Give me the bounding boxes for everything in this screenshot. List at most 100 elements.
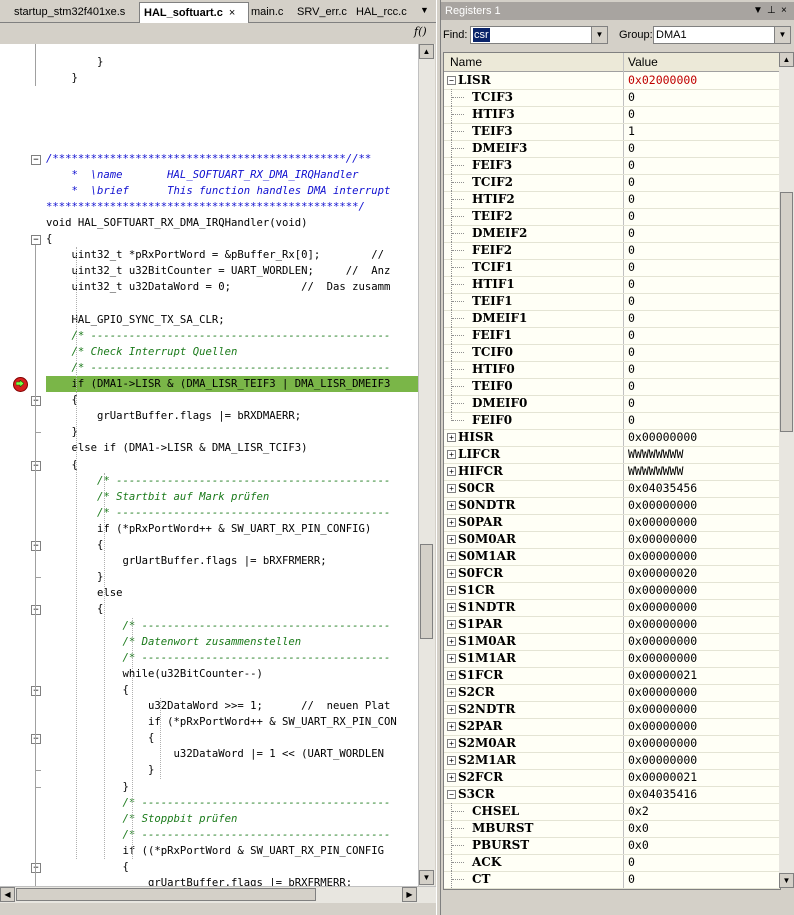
register-row[interactable]: + S0PAR 0x00000000	[444, 514, 780, 532]
register-value[interactable]: 0	[628, 854, 635, 871]
code-line[interactable]: while(u32BitCounter--)	[46, 666, 418, 682]
expand-icon[interactable]: +	[447, 688, 456, 697]
code-line[interactable]: /* -------------------------------------…	[46, 827, 418, 843]
register-field-row[interactable]: HTIF3 0	[444, 106, 780, 124]
fold-toggle-icon[interactable]: −	[31, 605, 41, 616]
register-row[interactable]: + S0FCR 0x00000020	[444, 565, 780, 583]
register-value[interactable]: 0x00000000	[628, 599, 697, 616]
expand-icon[interactable]: +	[447, 773, 456, 782]
register-value[interactable]: 0	[628, 225, 635, 242]
code-line[interactable]	[46, 86, 418, 102]
register-value[interactable]: 0x00000000	[628, 735, 697, 752]
register-value[interactable]: 0x00000000	[628, 752, 697, 769]
expand-icon[interactable]: +	[447, 586, 456, 595]
register-row[interactable]: + S2M1AR 0x00000000	[444, 752, 780, 770]
register-field-row[interactable]: DMEIF2 0	[444, 225, 780, 243]
scroll-down-icon[interactable]: ▼	[779, 873, 794, 888]
editor-vertical-scroll-thumb[interactable]	[420, 544, 433, 639]
register-field-row[interactable]: FEIF2 0	[444, 242, 780, 260]
find-input[interactable]: csr	[473, 28, 490, 42]
register-value[interactable]: 0	[628, 140, 635, 157]
register-value[interactable]: 0x04035416	[628, 786, 697, 803]
tab-startup-file[interactable]: startup_stm32f401xe.s	[14, 3, 134, 21]
code-line[interactable]: }	[46, 424, 418, 440]
register-value[interactable]: 0x0	[628, 837, 649, 854]
expand-icon[interactable]: +	[447, 603, 456, 612]
register-value[interactable]: 0	[628, 412, 635, 429]
register-field-row[interactable]: DMEIF3 0	[444, 140, 780, 158]
register-value[interactable]: 0	[628, 208, 635, 225]
editor-gutter[interactable]: − − − − − − − − −	[0, 44, 44, 886]
chevron-down-icon[interactable]: ▼	[774, 27, 790, 43]
editor-horizontal-scroll-thumb[interactable]	[16, 888, 316, 901]
tab-close-icon[interactable]: ×	[229, 7, 235, 19]
register-field-row[interactable]: DMEIF1 0	[444, 310, 780, 328]
current-line[interactable]: if (DMA1->LISR & (DMA_LISR_TEIF3 | DMA_L…	[46, 376, 418, 392]
register-row[interactable]: + S2CR 0x00000000	[444, 684, 780, 702]
expand-icon[interactable]: +	[447, 705, 456, 714]
code-line[interactable]: void HAL_SOFTUART_RX_DMA_IRQHandler(void…	[46, 215, 418, 231]
register-value[interactable]: 0	[628, 361, 635, 378]
code-line[interactable]: {	[46, 682, 418, 698]
register-row[interactable]: + S1NDTR 0x00000000	[444, 599, 780, 617]
code-line[interactable]: /* -------------------------------------…	[46, 795, 418, 811]
register-value[interactable]: 0x2	[628, 803, 649, 820]
register-value[interactable]: 0x04035456	[628, 480, 697, 497]
scroll-up-icon[interactable]: ▲	[419, 44, 434, 59]
code-area[interactable]: − − − − − − − − − } } /**************************…	[0, 44, 418, 886]
code-line[interactable]: grUartBuffer.flags |= bRXFRMERR;	[46, 553, 418, 569]
code-line[interactable]: {	[46, 730, 418, 746]
editor-horizontal-scrollbar[interactable]: ◀ ▶	[0, 886, 436, 903]
register-field-row[interactable]: TEIF2 0	[444, 208, 780, 226]
register-value[interactable]: 0x00000000	[628, 497, 697, 514]
tab-hal-rcc[interactable]: HAL_rcc.c	[356, 3, 410, 21]
tab-hal-softuart[interactable]: HAL_softuart.c ×	[139, 2, 249, 23]
register-value[interactable]: 0x0	[628, 820, 649, 837]
fold-toggle-icon[interactable]: −	[31, 154, 41, 165]
function-list-button[interactable]: f()	[414, 25, 434, 41]
register-row[interactable]: − LISR 0x02000000	[444, 72, 780, 90]
code-line[interactable]: /* Check Interrupt Quellen	[46, 344, 418, 360]
expand-icon[interactable]: +	[447, 637, 456, 646]
pin-icon[interactable]: ⊥	[767, 2, 776, 20]
scroll-left-icon[interactable]: ◀	[0, 887, 15, 902]
code-line[interactable]: if ((*pRxPortWord & SW_UART_RX_PIN_CONFI…	[46, 843, 418, 859]
scroll-right-icon[interactable]: ▶	[402, 887, 417, 902]
register-row[interactable]: − S3CR 0x04035416	[444, 786, 780, 804]
register-value[interactable]: 0x00000000	[628, 684, 697, 701]
register-field-row[interactable]: ACK 0	[444, 854, 780, 872]
register-row[interactable]: + S1CR 0x00000000	[444, 582, 780, 600]
expand-icon[interactable]: +	[447, 739, 456, 748]
register-value[interactable]: 0	[628, 344, 635, 361]
code-line[interactable]: HAL_GPIO_SYNC_TX_SA_CLR;	[46, 312, 418, 328]
register-value[interactable]: 0	[628, 157, 635, 174]
code-line[interactable]: uint32_t u32DataWord = 0; // Das zusamm	[46, 279, 418, 295]
register-row[interactable]: + S2NDTR 0x00000000	[444, 701, 780, 719]
register-value[interactable]: 0x00000000	[628, 531, 697, 548]
register-value[interactable]: 0	[628, 378, 635, 395]
register-field-row[interactable]: TCIF0 0	[444, 344, 780, 362]
code-line[interactable]: /* -------------------------------------…	[46, 328, 418, 344]
group-select[interactable]: DMA1 ▼	[653, 26, 791, 44]
scroll-up-icon[interactable]: ▲	[779, 52, 794, 67]
expand-icon[interactable]: +	[447, 535, 456, 544]
register-row[interactable]: + LIFCR WWWWWWWW	[444, 446, 780, 464]
column-header-value[interactable]: Value	[628, 53, 658, 71]
register-value[interactable]: 0	[628, 276, 635, 293]
register-field-row[interactable]: CHSEL 0x2	[444, 803, 780, 821]
expand-icon[interactable]: +	[447, 467, 456, 476]
register-value[interactable]: 0x02000000	[628, 72, 697, 89]
register-field-row[interactable]: FEIF3 0	[444, 157, 780, 175]
code-line[interactable]: u32DataWord >>= 1; // neuen Plat	[46, 698, 418, 714]
register-row[interactable]: + S1PAR 0x00000000	[444, 616, 780, 634]
code-line[interactable]: {	[46, 231, 418, 247]
code-line[interactable]: /* -------------------------------------…	[46, 473, 418, 489]
editor-vertical-scrollbar[interactable]: ▲ ▼	[418, 44, 435, 886]
register-row[interactable]: + S2PAR 0x00000000	[444, 718, 780, 736]
code-line[interactable]	[46, 135, 418, 151]
code-line[interactable]: * \name HAL_SOFTUART_RX_DMA_IRQHandler	[46, 167, 418, 183]
register-row[interactable]: + S1M0AR 0x00000000	[444, 633, 780, 651]
register-value[interactable]: 0	[628, 191, 635, 208]
fold-toggle-icon[interactable]: −	[31, 863, 41, 873]
code-line[interactable]: /* Startbit auf Mark prüfen	[46, 489, 418, 505]
